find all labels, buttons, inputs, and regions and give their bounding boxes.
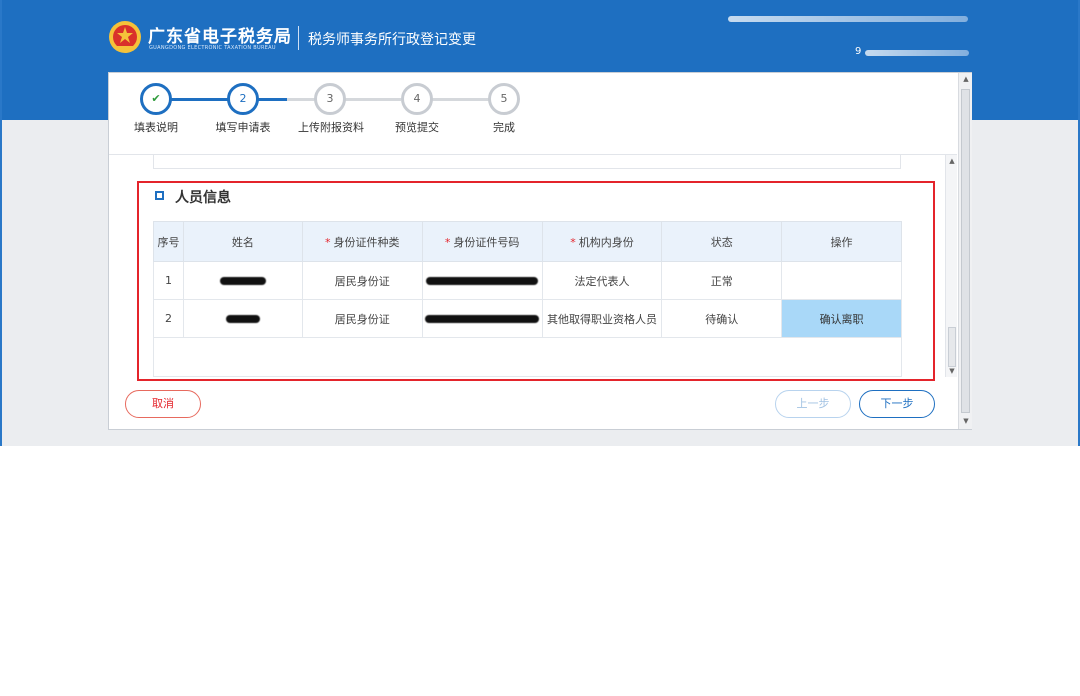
step-progress: ✔ 2 3 4 5 填表说明 填写申请表 上传附报资料 预览提交 完成 — [109, 73, 957, 155]
panel-scroll-thumb[interactable] — [961, 89, 970, 413]
col-header-index: 序号 — [153, 221, 184, 262]
section-title: 人员信息 — [175, 190, 231, 206]
row-index: 1 — [153, 261, 184, 300]
step-2-circle[interactable]: 2 — [227, 83, 259, 115]
row-action — [781, 261, 902, 300]
scroll-up-arrow-icon[interactable]: ▲ — [946, 155, 958, 167]
user-number-redacted — [865, 50, 969, 56]
row-role: 其他取得职业资格人员 — [541, 299, 663, 338]
step-2-label: 填写申请表 — [215, 121, 271, 134]
step-1-label: 填表说明 — [134, 121, 178, 134]
previous-section-bottom — [153, 155, 901, 169]
row-index: 2 — [153, 299, 184, 338]
frame-border-left — [0, 0, 2, 446]
col-header-id-type: * 身份证件种类 — [301, 221, 423, 262]
scroll-down-arrow-icon[interactable]: ▼ — [946, 365, 958, 377]
table-row: 1 居民身份证 法定代表人 正常 — [153, 261, 902, 300]
panel-scroll-down-icon[interactable]: ▼ — [960, 415, 972, 427]
step-connector-4 — [343, 98, 401, 101]
org-name-redacted — [728, 16, 968, 22]
next-step-button[interactable]: 下一步 — [859, 390, 935, 418]
system-title: 税务师事务所行政登记变更 — [308, 32, 476, 48]
section-square-icon — [155, 191, 164, 200]
personnel-table: 序号 姓名 * 身份证件种类 * 身份证件号码 * 机构内身份 状态 操作 1 居民身… — [153, 221, 902, 338]
row-id-number-redacted — [421, 299, 543, 338]
tax-bureau-emblem-icon — [109, 21, 141, 53]
panel-scrollbar[interactable]: ▲ ▼ — [958, 73, 972, 429]
previous-step-button[interactable]: 上一步 — [775, 390, 851, 418]
step-4-circle[interactable]: 4 — [401, 83, 433, 115]
row-id-type: 居民身份证 — [301, 261, 423, 300]
content-scroll-thumb[interactable] — [948, 327, 956, 367]
step-connector-3 — [287, 98, 315, 101]
step-5-circle[interactable]: 5 — [488, 83, 520, 115]
row-name-redacted — [182, 299, 303, 338]
step-1-circle[interactable]: ✔ — [140, 83, 172, 115]
col-header-role: * 机构内身份 — [541, 221, 663, 262]
table-empty-area — [153, 337, 902, 377]
row-role: 法定代表人 — [541, 261, 663, 300]
step-connector-5 — [429, 98, 489, 101]
content-scrollbar[interactable]: ▲ ▼ — [945, 155, 957, 377]
row-status: 待确认 — [661, 299, 783, 338]
confirm-resignation-button[interactable]: 确认离职 — [781, 299, 902, 338]
row-name-redacted — [182, 261, 303, 300]
step-5-label: 完成 — [493, 121, 515, 134]
screen: 广东省电子税务局 GUANGDONG ELECTRONIC TAXATION B… — [0, 0, 1080, 696]
cancel-button[interactable]: 取消 — [125, 390, 201, 418]
step-connector-2 — [257, 98, 287, 101]
step-3-circle[interactable]: 3 — [314, 83, 346, 115]
user-number-prefix: 9 — [855, 46, 862, 57]
table-header-row: 序号 姓名 * 身份证件种类 * 身份证件号码 * 机构内身份 状态 操作 — [153, 221, 902, 262]
col-header-id-number: * 身份证件号码 — [421, 221, 543, 262]
brand-name: 广东省电子税务局 — [148, 27, 292, 47]
panel-scroll-up-icon[interactable]: ▲ — [960, 73, 972, 85]
form-panel: ✔ 2 3 4 5 填表说明 填写申请表 上传附报资料 预览提交 完成 人员信息… — [108, 72, 972, 430]
table-row: 2 居民身份证 其他取得职业资格人员 待确认 确认离职 — [153, 299, 902, 338]
col-header-status: 状态 — [661, 221, 783, 262]
brand-divider — [298, 26, 299, 50]
brand-name-en: GUANGDONG ELECTRONIC TAXATION BUREAU — [149, 45, 276, 51]
step-4-label: 预览提交 — [395, 121, 439, 134]
step-3-label: 上传附报资料 — [298, 121, 364, 134]
row-status: 正常 — [661, 261, 783, 300]
row-id-number-redacted — [421, 261, 543, 300]
row-id-type: 居民身份证 — [301, 299, 423, 338]
col-header-name: 姓名 — [182, 221, 303, 262]
col-header-action: 操作 — [781, 221, 902, 262]
